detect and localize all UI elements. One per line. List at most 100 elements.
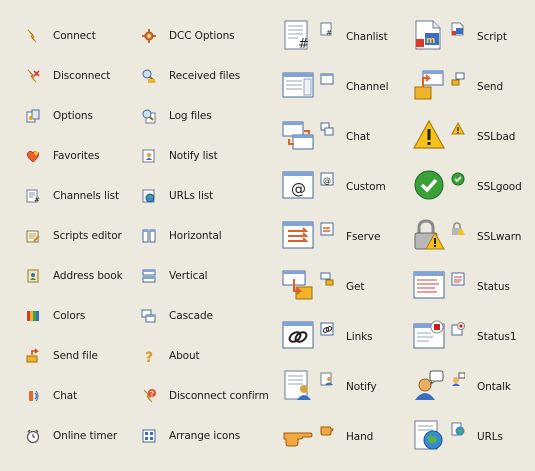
item-label: About	[169, 350, 200, 362]
item-label: Channels list	[53, 190, 120, 202]
item-scripts-editor: Scripts editor	[25, 228, 122, 244]
item-label: Hand	[346, 431, 374, 443]
chanlist-small-icon: #	[320, 22, 334, 36]
scripts-editor-icon	[25, 228, 41, 244]
item-label: URLs list	[169, 190, 214, 202]
chat-window-icon	[282, 119, 314, 151]
item-dcc-options: DCC Options	[141, 28, 235, 44]
channel-icon	[282, 69, 314, 101]
item-label: Disconnect confirm	[169, 390, 269, 402]
item-label: Links	[346, 331, 373, 343]
item-label: Chat	[53, 390, 78, 402]
item-label: Channel	[346, 81, 389, 93]
item-ssl-bad: SSLbad	[413, 119, 515, 151]
chat-window-small-icon	[320, 122, 334, 136]
dcc-options-icon	[141, 28, 157, 44]
item-label: Horizontal	[169, 230, 222, 242]
svg-text:?: ?	[145, 350, 153, 364]
item-label: Chat	[346, 131, 371, 143]
item-label: Fserve	[346, 231, 381, 243]
item-label: Received files	[169, 70, 241, 82]
item-arrange-icons: Arrange icons	[141, 428, 240, 444]
log-files-icon	[141, 108, 157, 124]
status1-icon	[413, 319, 445, 351]
svg-text:?: ?	[150, 390, 154, 398]
item-label: Status	[477, 281, 510, 293]
item-send: Send	[413, 69, 503, 101]
chanlist-icon: #	[282, 19, 314, 51]
get-icon	[282, 269, 314, 301]
item-ssl-good: SSLgood	[413, 169, 522, 201]
item-ssl-warn: SSLwarn	[413, 219, 521, 251]
item-hand: Hand	[282, 419, 373, 451]
item-label: Vertical	[169, 270, 208, 282]
item-label: SSLbad	[477, 131, 516, 143]
item-cascade: Cascade	[141, 308, 213, 324]
item-label: Send	[477, 81, 504, 93]
channels-list-icon: #	[25, 188, 41, 204]
item-send-file: Send file	[25, 348, 98, 364]
item-status: Status	[413, 269, 510, 301]
ssl-warn-icon	[413, 219, 445, 251]
links-icon	[282, 319, 314, 351]
item-label: Notify list	[169, 150, 218, 162]
item-custom: @ @ Custom	[282, 169, 386, 201]
channel-small-icon	[320, 72, 334, 86]
ontalk-small-icon	[451, 372, 465, 386]
send-file-icon	[25, 348, 41, 364]
item-label: Status1	[477, 331, 517, 343]
get-small-icon	[320, 272, 334, 286]
item-address-book: Address book	[25, 268, 123, 284]
links-small-icon	[320, 322, 334, 336]
item-label: Scripts editor	[53, 230, 122, 242]
about-icon: ?	[141, 348, 157, 364]
item-label: Custom	[346, 181, 386, 193]
item-ontalk: Ontalk	[413, 369, 511, 401]
disconnect-confirm-icon: ?	[141, 388, 157, 404]
item-label: Get	[346, 281, 365, 293]
item-label: Favorites	[53, 150, 100, 162]
vertical-icon	[141, 268, 157, 284]
fserve-small-icon	[320, 222, 334, 236]
ssl-bad-icon	[413, 119, 445, 151]
send-icon	[413, 69, 445, 101]
connect-icon	[25, 28, 41, 44]
disconnect-icon	[25, 68, 41, 84]
item-label: Options	[53, 110, 93, 122]
colors-icon	[25, 308, 41, 324]
svg-text:@: @	[323, 176, 331, 185]
cascade-icon	[141, 308, 157, 324]
item-label: Disconnect	[53, 70, 111, 82]
item-label: Connect	[53, 30, 96, 42]
item-channels-list: # Channels list	[25, 188, 119, 204]
custom-small-icon: @	[320, 172, 334, 186]
script-icon: m	[413, 19, 445, 51]
item-label: Notify	[346, 381, 377, 393]
status-small-icon	[451, 272, 465, 286]
urls-list-icon	[141, 188, 157, 204]
item-urls-list: URLs list	[141, 188, 213, 204]
item-chanlist: # # Chanlist	[282, 19, 388, 51]
notify-list-icon	[141, 148, 157, 164]
item-options: Options	[25, 108, 93, 124]
options-icon	[25, 108, 41, 124]
item-vertical: Vertical	[141, 268, 208, 284]
status-icon	[413, 269, 445, 301]
item-fserve: Fserve	[282, 219, 380, 251]
item-label: Cascade	[169, 310, 213, 322]
item-favorites: Favorites	[25, 148, 100, 164]
svg-text:#: #	[298, 37, 309, 51]
ontalk-icon	[413, 369, 445, 401]
item-notify: Notify	[282, 369, 377, 401]
item-label: Colors	[53, 310, 86, 322]
item-connect: Connect	[25, 28, 96, 44]
item-label: Send file	[53, 350, 98, 362]
item-label: Online timer	[53, 430, 118, 442]
notify-small-icon	[320, 372, 334, 386]
hand-small-icon	[320, 422, 334, 436]
custom-icon: @	[282, 169, 314, 201]
item-horizontal: Horizontal	[141, 228, 222, 244]
ssl-good-small-icon	[451, 172, 465, 186]
ssl-good-icon	[413, 169, 445, 201]
favorites-icon	[25, 148, 41, 164]
